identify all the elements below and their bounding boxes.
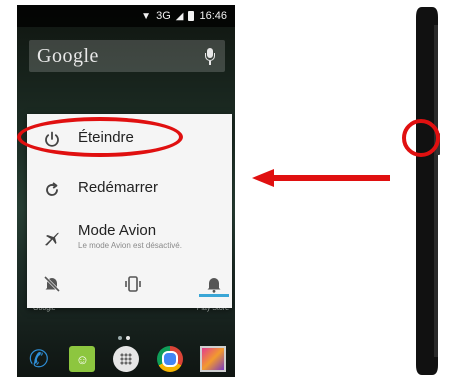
sound-mode-row [27, 265, 232, 305]
power-button-highlight-circle [402, 119, 440, 157]
wifi-icon: ▼ [141, 10, 152, 22]
menu-label-airplane-mode: Mode Avion [78, 222, 157, 239]
signal-icon: ◢ [175, 10, 184, 22]
gallery-icon[interactable] [200, 346, 227, 372]
silent-icon[interactable] [39, 271, 65, 297]
app-drawer-icon[interactable] [112, 346, 139, 372]
phone-screen: ▼ 3G ◢ 16:46 Google Google Play Store ✆ … [17, 5, 235, 377]
menu-sublabel-airplane-mode: Le mode Avion est désactivé. [78, 241, 182, 250]
page-dot-active [126, 336, 130, 340]
restart-icon [41, 179, 63, 201]
arrow-icon [252, 169, 390, 187]
phone-icon[interactable]: ✆ [26, 346, 52, 373]
page-dot [118, 336, 122, 340]
battery-icon [188, 11, 195, 21]
messaging-icon[interactable]: ☺ [69, 346, 96, 372]
google-search-bar[interactable]: Google [29, 40, 225, 72]
menu-label-restart: Redémarrer [78, 179, 159, 196]
menu-item-airplane-mode[interactable]: Mode Avion Le mode Avion est désactivé. [27, 222, 232, 258]
device-side-view [416, 7, 440, 375]
selected-mode-indicator [199, 294, 229, 297]
airplane-icon [41, 228, 63, 250]
network-type: 3G [156, 10, 171, 22]
status-time: 16:46 [199, 10, 227, 22]
dock: ✆ ☺ [17, 341, 235, 377]
status-bar: ▼ 3G ◢ 16:46 [17, 5, 235, 27]
google-logo: Google [37, 44, 99, 67]
mic-icon[interactable] [203, 47, 217, 65]
chrome-icon[interactable] [156, 346, 183, 372]
power-off-highlight-circle [17, 117, 183, 157]
vibrate-icon[interactable] [120, 271, 146, 297]
menu-item-restart[interactable]: Redémarrer [27, 179, 232, 207]
